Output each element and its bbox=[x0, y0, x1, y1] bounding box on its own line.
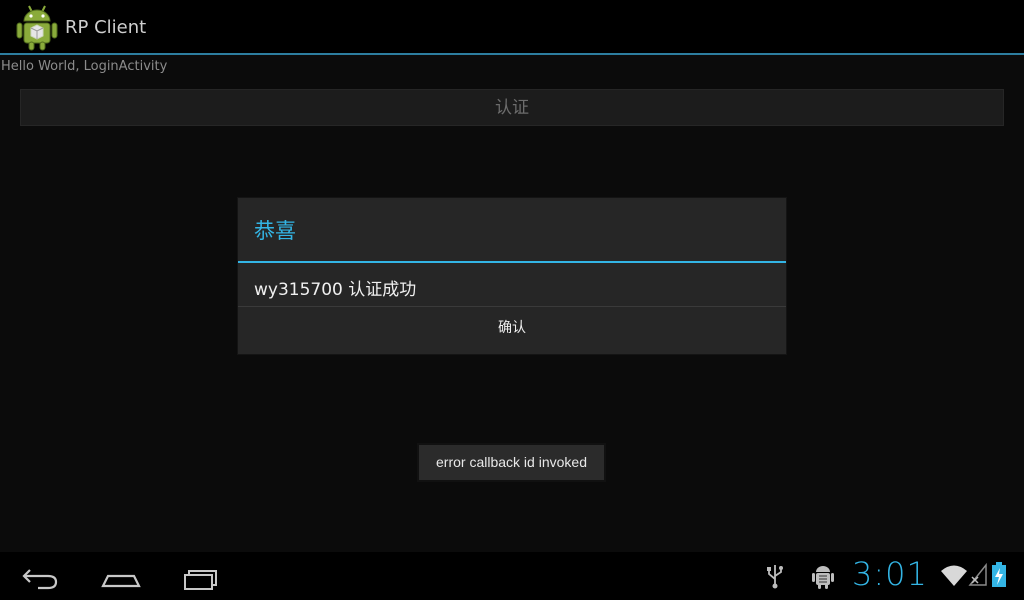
system-bar: 3:01 bbox=[0, 552, 1024, 600]
toast-message: error callback id invoked bbox=[419, 445, 604, 480]
battery-charging-icon bbox=[992, 562, 1006, 587]
no-signal-icon bbox=[968, 562, 987, 586]
android-debug-icon bbox=[812, 566, 834, 589]
dialog-message: wy315700 认证成功 bbox=[254, 280, 417, 300]
wifi-icon bbox=[941, 565, 967, 586]
status-clock: 3:01 bbox=[852, 555, 928, 593]
app-title: RP Client bbox=[65, 17, 147, 38]
usb-icon bbox=[767, 565, 783, 589]
back-icon[interactable] bbox=[16, 560, 66, 594]
alert-dialog: 恭喜 wy315700 认证成功 确认 bbox=[238, 198, 786, 354]
confirm-button[interactable]: 确认 bbox=[238, 307, 786, 354]
dialog-title: 恭喜 bbox=[254, 219, 296, 243]
auth-button[interactable]: 认证 bbox=[20, 89, 1004, 126]
dialog-title-divider bbox=[238, 261, 786, 263]
recents-icon[interactable] bbox=[176, 560, 226, 594]
hello-text: Hello World, LoginActivity bbox=[1, 59, 168, 74]
android-robot-icon[interactable] bbox=[14, 3, 60, 51]
android-screen: RP Client Hello World, LoginActivity 认证 … bbox=[0, 0, 1024, 600]
action-bar: RP Client bbox=[0, 0, 1024, 55]
home-icon[interactable] bbox=[96, 560, 146, 594]
